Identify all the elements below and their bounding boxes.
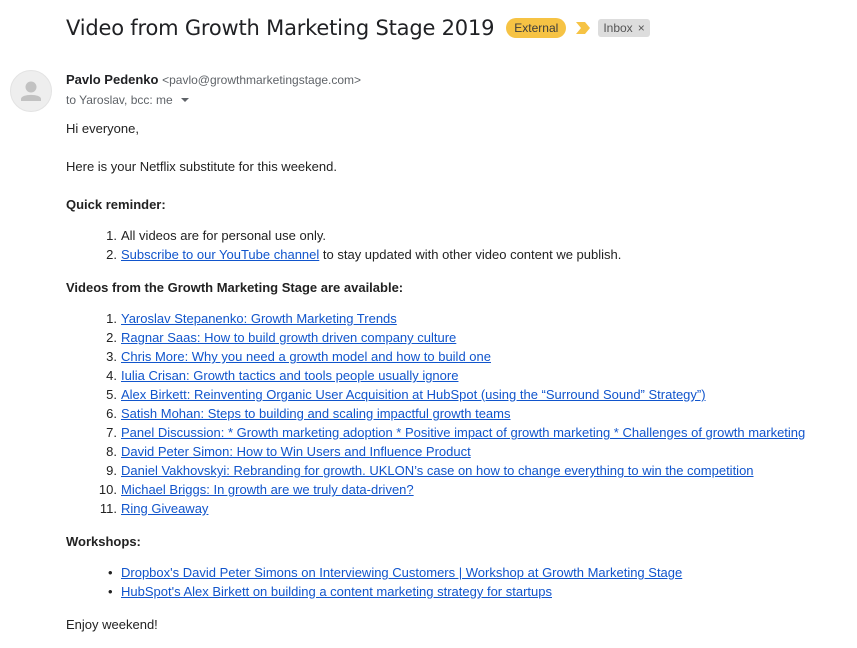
reminder-text: All videos are for personal use only. — [121, 228, 326, 243]
recipients-text: to Yaroslav, bcc: me — [66, 93, 173, 107]
video-link[interactable]: Daniel Vakhovskyi: Rebranding for growth… — [121, 463, 754, 478]
reminder-text: to stay updated with other video content… — [319, 247, 622, 262]
sender-email: <pavlo@growthmarketingstage.com> — [162, 73, 362, 87]
list-bullet: • — [108, 584, 113, 599]
sender-avatar[interactable] — [10, 70, 52, 112]
list-item: 1. Yaroslav Stepanenko: Growth Marketing… — [106, 309, 397, 328]
intro-text: Here is your Netflix substitute for this… — [66, 159, 337, 174]
list-item: 4. Iulia Crisan: Growth tactics and tool… — [106, 366, 458, 385]
list-item: 5. Alex Birkett: Reinventing Organic Use… — [106, 385, 706, 404]
list-item: • HubSpot's Alex Birkett on building a c… — [108, 582, 552, 601]
list-number: 8. — [106, 444, 117, 459]
video-link[interactable]: Panel Discussion: * Growth marketing ado… — [121, 425, 805, 440]
videos-heading: Videos from the Growth Marketing Stage a… — [66, 280, 404, 295]
greeting-text: Hi everyone, — [66, 121, 139, 136]
list-item: 9. Daniel Vakhovskyi: Rebranding for gro… — [106, 461, 754, 480]
video-link[interactable]: Chris More: Why you need a growth model … — [121, 349, 491, 364]
recipients-line: to Yaroslav, bcc: me — [66, 93, 189, 107]
workshops-heading: Workshops: — [66, 534, 141, 549]
video-link[interactable]: Satish Mohan: Steps to building and scal… — [121, 406, 511, 421]
inbox-label-text: Inbox — [603, 21, 633, 35]
list-number: 3. — [106, 349, 117, 364]
email-subject: Video from Growth Marketing Stage 2019 — [66, 16, 495, 40]
list-number: 1. — [106, 228, 117, 243]
list-item: 8. David Peter Simon: How to Win Users a… — [106, 442, 471, 461]
list-number: 10. — [98, 482, 117, 497]
video-link[interactable]: Ragnar Saas: How to build growth driven … — [121, 330, 456, 345]
sender-line: Pavlo Pedenko <pavlo@growthmarketingstag… — [66, 72, 361, 87]
list-item: 6. Satish Mohan: Steps to building and s… — [106, 404, 511, 423]
list-number: 1. — [106, 311, 117, 326]
importance-marker-icon[interactable] — [576, 22, 591, 34]
list-number: 2. — [106, 247, 117, 262]
video-link[interactable]: David Peter Simon: How to Win Users and … — [121, 444, 471, 459]
list-number: 4. — [106, 368, 117, 383]
video-link[interactable]: Michael Briggs: In growth are we truly d… — [121, 482, 414, 497]
closing-text: Enjoy weekend! — [66, 617, 158, 632]
video-link[interactable]: Yaroslav Stepanenko: Growth Marketing Tr… — [121, 311, 397, 326]
reminder-heading: Quick reminder: — [66, 197, 166, 212]
list-item: 11. Ring Giveaway — [100, 499, 209, 518]
list-bullet: • — [108, 565, 113, 580]
list-number: 6. — [106, 406, 117, 421]
chevron-down-icon[interactable] — [180, 98, 189, 102]
list-number: 7. — [106, 425, 117, 440]
external-label-badge: External — [506, 18, 567, 38]
video-link[interactable]: Alex Birkett: Reinventing Organic User A… — [121, 387, 706, 402]
subject-row: Video from Growth Marketing Stage 2019 E… — [66, 12, 650, 44]
list-number: 9. — [106, 463, 117, 478]
person-avatar-icon — [21, 81, 41, 101]
list-item: 10. Michael Briggs: In growth are we tru… — [99, 480, 414, 499]
video-link[interactable]: Iulia Crisan: Growth tactics and tools p… — [121, 368, 458, 383]
video-link[interactable]: Ring Giveaway — [121, 501, 208, 516]
list-item: • Dropbox's David Peter Simons on Interv… — [108, 563, 682, 582]
sender-name[interactable]: Pavlo Pedenko — [66, 72, 158, 87]
youtube-subscribe-link[interactable]: Subscribe to our YouTube channel — [121, 247, 319, 262]
list-number: 5. — [106, 387, 117, 402]
list-number: 11. — [99, 501, 117, 516]
list-item: 3. Chris More: Why you need a growth mod… — [106, 347, 491, 366]
inbox-label-chip[interactable]: Inbox × — [598, 19, 650, 37]
list-item: 1. All videos are for personal use only. — [106, 226, 326, 245]
list-item: 7. Panel Discussion: * Growth marketing … — [106, 423, 805, 442]
workshop-link[interactable]: HubSpot's Alex Birkett on building a con… — [121, 584, 552, 599]
remove-label-close-icon[interactable]: × — [638, 20, 645, 36]
list-number: 2. — [106, 330, 117, 345]
list-item: 2. Ragnar Saas: How to build growth driv… — [106, 328, 456, 347]
workshop-link[interactable]: Dropbox's David Peter Simons on Intervie… — [121, 565, 682, 580]
list-item: 2. Subscribe to our YouTube channel to s… — [106, 245, 622, 264]
